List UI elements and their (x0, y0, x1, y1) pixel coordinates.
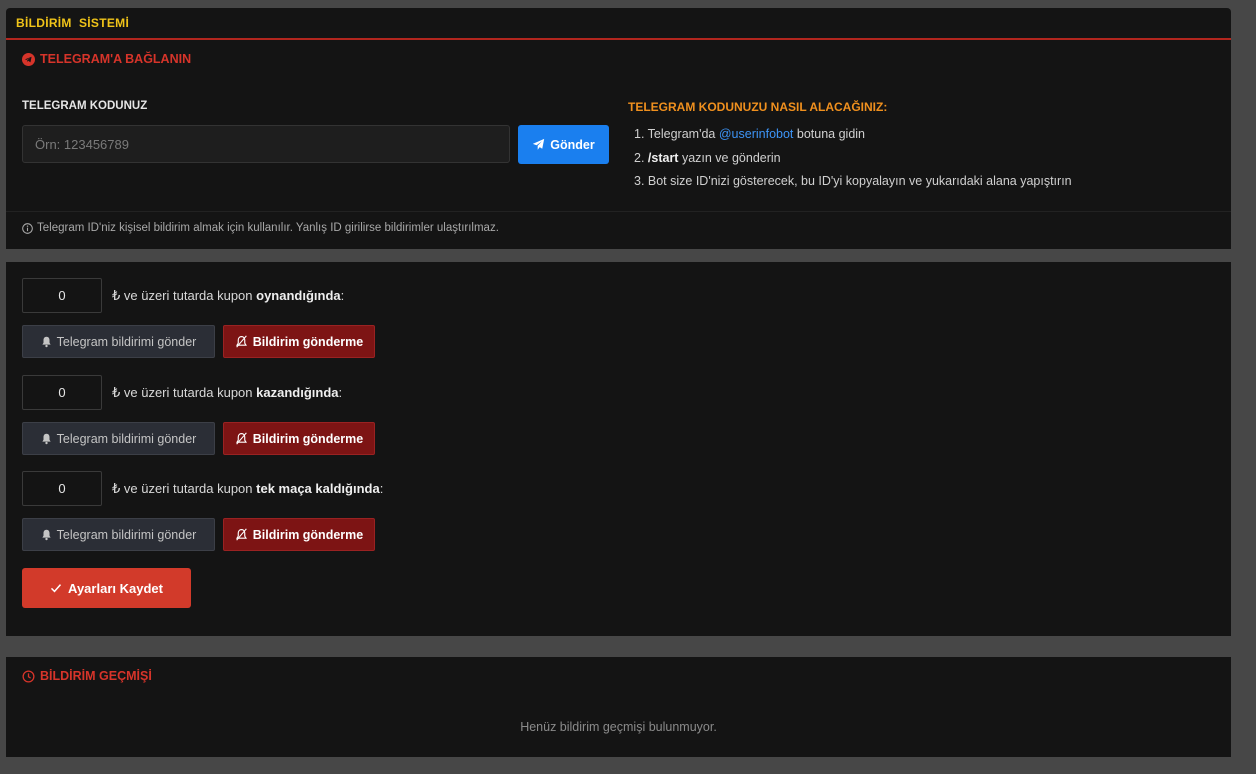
telegram-note-text: Telegram ID'niz kişisel bildirim almak i… (37, 222, 499, 234)
rule-3-telegram-button[interactable]: Telegram bildirimi gönder (22, 518, 215, 551)
bell-icon (41, 529, 52, 541)
bell-slash-icon (235, 432, 248, 445)
step-3: 3. Bot size ID'nizi gösterecek, bu ID'yi… (634, 174, 1072, 188)
history-title: BİLDİRİM GEÇMİŞİ (40, 669, 152, 683)
start-command: /start (647, 150, 679, 165)
notification-rules-panel: ₺ ve üzeri tutarda kupon oynandığında: T… (6, 262, 1231, 636)
step-1: 1. Telegram'da @userinfobot botuna gidin (634, 127, 865, 141)
telegram-code-input[interactable] (22, 125, 510, 163)
rule-1-no-notify-button[interactable]: Bildirim gönderme (223, 325, 375, 358)
clock-icon (22, 669, 35, 683)
info-circle-icon (22, 222, 33, 234)
rule-1-telegram-button[interactable]: Telegram bildirimi gönder (22, 325, 215, 358)
save-settings-button[interactable]: Ayarları Kaydet (22, 568, 191, 608)
bell-slash-icon (235, 335, 248, 348)
send-button[interactable]: Gönder (518, 125, 609, 164)
rule-3-amount-input[interactable] (22, 471, 102, 506)
how-to-title: TELEGRAM KODUNUZU NASIL ALACAĞINIZ: (628, 100, 888, 114)
notification-history-panel: BİLDİRİM GEÇMİŞİ Henüz bildirim geçmişi … (6, 657, 1231, 757)
rule-3-no-notify-button[interactable]: Bildirim gönderme (223, 518, 375, 551)
history-empty-message: Henüz bildirim geçmişi bulunmuyor. (520, 720, 717, 734)
panel-header: BİLDİRİM SİSTEMİ (6, 8, 1231, 40)
rule-1-text: ₺ ve üzeri tutarda kupon oynandığında: (112, 288, 345, 303)
rule-2-telegram-button[interactable]: Telegram bildirimi gönder (22, 422, 215, 455)
telegram-code-label: TELEGRAM KODUNUZ (22, 100, 148, 112)
send-button-label: Gönder (550, 137, 595, 152)
history-section-title: BİLDİRİM GEÇMİŞİ (22, 669, 152, 683)
paper-plane-icon (532, 138, 545, 151)
divider (6, 211, 1231, 212)
rule-2-amount-input[interactable] (22, 375, 102, 410)
rule-1-amount-input[interactable] (22, 278, 102, 313)
rule-2-no-notify-button[interactable]: Bildirim gönderme (223, 422, 375, 455)
step-2: 2. /start yazın ve gönderin (634, 150, 781, 165)
check-icon (50, 582, 62, 594)
userinfobot-link[interactable]: @userinfobot (719, 127, 794, 141)
page-title: BİLDİRİM SİSTEMİ (16, 16, 130, 30)
how-to-steps: 1. Telegram'da @userinfobot botuna gidin… (634, 126, 1072, 197)
bell-icon (41, 336, 52, 348)
bell-slash-icon (235, 528, 248, 541)
bell-icon (41, 433, 52, 445)
telegram-section-label: TELEGRAM'A BAĞLANIN (40, 52, 192, 66)
telegram-section-title: TELEGRAM'A BAĞLANIN (22, 52, 191, 66)
telegram-icon (22, 52, 35, 66)
telegram-note: Telegram ID'niz kişisel bildirim almak i… (22, 222, 499, 234)
rule-2-text: ₺ ve üzeri tutarda kupon kazandığında: (112, 385, 343, 400)
telegram-panel: BİLDİRİM SİSTEMİ TELEGRAM'A BAĞLANIN TEL… (6, 8, 1231, 249)
rule-3-text: ₺ ve üzeri tutarda kupon tek maça kaldığ… (112, 481, 384, 496)
